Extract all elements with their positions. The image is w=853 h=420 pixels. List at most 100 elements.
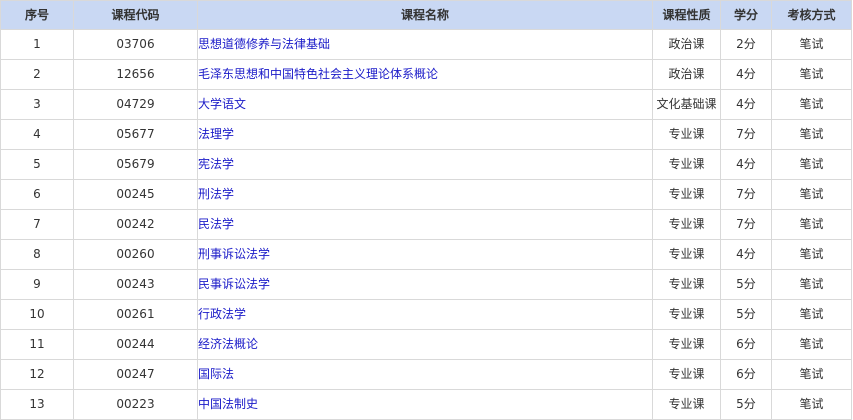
cell-seq: 9 (0, 269, 74, 300)
cell-type: 文化基础课 (652, 89, 721, 120)
course-name-link[interactable]: 思想道德修养与法律基础 (199, 37, 331, 51)
cell-name: 民事诉讼法学 (197, 269, 653, 300)
cell-code: 04729 (73, 89, 198, 120)
cell-type: 专业课 (652, 179, 721, 210)
cell-name: 国际法 (197, 359, 653, 390)
cell-exam: 笔试 (771, 299, 852, 330)
cell-type: 专业课 (652, 209, 721, 240)
table-row: 9 00243 民事诉讼法学 专业课 5分 笔试 (0, 269, 852, 300)
cell-exam: 笔试 (771, 179, 852, 210)
course-name-link[interactable]: 法理学 (199, 127, 235, 141)
course-name-link[interactable]: 民法学 (199, 217, 235, 231)
cell-code: 00243 (73, 269, 198, 300)
cell-type: 专业课 (652, 329, 721, 360)
cell-credit: 6分 (720, 329, 772, 360)
cell-credit: 5分 (720, 269, 772, 300)
course-name-link[interactable]: 民事诉讼法学 (199, 277, 271, 291)
cell-seq: 6 (0, 179, 74, 210)
cell-name: 刑事诉讼法学 (197, 239, 653, 270)
cell-exam: 笔试 (771, 209, 852, 240)
cell-credit: 5分 (720, 299, 772, 330)
table-row: 5 05679 宪法学 专业课 4分 笔试 (0, 149, 852, 180)
cell-code: 05679 (73, 149, 198, 180)
cell-credit: 7分 (720, 119, 772, 150)
table-row: 6 00245 刑法学 专业课 7分 笔试 (0, 179, 852, 210)
cell-type: 专业课 (652, 299, 721, 330)
course-name-link[interactable]: 刑法学 (199, 187, 235, 201)
course-name-link[interactable]: 经济法概论 (199, 337, 259, 351)
header-exam: 考核方式 (771, 0, 852, 30)
cell-type: 专业课 (652, 269, 721, 300)
cell-seq: 4 (0, 119, 74, 150)
cell-exam: 笔试 (771, 89, 852, 120)
cell-code: 00223 (73, 389, 198, 420)
table-row: 4 05677 法理学 专业课 7分 笔试 (0, 119, 852, 150)
cell-seq: 11 (0, 329, 74, 360)
cell-name: 思想道德修养与法律基础 (197, 29, 653, 60)
table-row: 11 00244 经济法概论 专业课 6分 笔试 (0, 329, 852, 360)
cell-code: 00245 (73, 179, 198, 210)
cell-credit: 7分 (720, 209, 772, 240)
table-row: 12 00247 国际法 专业课 6分 笔试 (0, 359, 852, 390)
header-type: 课程性质 (652, 0, 721, 30)
cell-name: 法理学 (197, 119, 653, 150)
cell-code: 05677 (73, 119, 198, 150)
cell-code: 00261 (73, 299, 198, 330)
cell-exam: 笔试 (771, 359, 852, 390)
cell-credit: 2分 (720, 29, 772, 60)
header-code: 课程代码 (73, 0, 198, 30)
cell-code: 00242 (73, 209, 198, 240)
cell-seq: 5 (0, 149, 74, 180)
cell-credit: 4分 (720, 149, 772, 180)
cell-exam: 笔试 (771, 119, 852, 150)
table-row: 3 04729 大学语文 文化基础课 4分 笔试 (0, 89, 852, 120)
cell-type: 政治课 (652, 59, 721, 90)
cell-exam: 笔试 (771, 239, 852, 270)
cell-seq: 8 (0, 239, 74, 270)
cell-credit: 6分 (720, 359, 772, 390)
table-row: 8 00260 刑事诉讼法学 专业课 4分 笔试 (0, 239, 852, 270)
cell-code: 00247 (73, 359, 198, 390)
cell-code: 12656 (73, 59, 198, 90)
table-row: 10 00261 行政法学 专业课 5分 笔试 (0, 299, 852, 330)
cell-type: 专业课 (652, 389, 721, 420)
table-row: 2 12656 毛泽东思想和中国特色社会主义理论体系概论 政治课 4分 笔试 (0, 59, 852, 90)
cell-seq: 1 (0, 29, 74, 60)
cell-exam: 笔试 (771, 149, 852, 180)
cell-exam: 笔试 (771, 269, 852, 300)
cell-type: 政治课 (652, 29, 721, 60)
cell-seq: 12 (0, 359, 74, 390)
table-row: 7 00242 民法学 专业课 7分 笔试 (0, 209, 852, 240)
header-name: 课程名称 (197, 0, 653, 30)
cell-seq: 2 (0, 59, 74, 90)
cell-type: 专业课 (652, 149, 721, 180)
header-seq: 序号 (0, 0, 74, 30)
cell-credit: 4分 (720, 59, 772, 90)
cell-type: 专业课 (652, 359, 721, 390)
cell-exam: 笔试 (771, 329, 852, 360)
cell-name: 民法学 (197, 209, 653, 240)
cell-name: 宪法学 (197, 149, 653, 180)
cell-credit: 7分 (720, 179, 772, 210)
cell-credit: 4分 (720, 89, 772, 120)
course-name-link[interactable]: 国际法 (199, 367, 235, 381)
cell-type: 专业课 (652, 239, 721, 270)
cell-code: 00244 (73, 329, 198, 360)
course-name-link[interactable]: 行政法学 (199, 307, 247, 321)
header-credit: 学分 (720, 0, 772, 30)
course-name-link[interactable]: 中国法制史 (199, 397, 259, 411)
cell-seq: 10 (0, 299, 74, 330)
cell-name: 刑法学 (197, 179, 653, 210)
cell-credit: 5分 (720, 389, 772, 420)
cell-seq: 3 (0, 89, 74, 120)
cell-seq: 7 (0, 209, 74, 240)
cell-code: 03706 (73, 29, 198, 60)
course-name-link[interactable]: 刑事诉讼法学 (199, 247, 271, 261)
course-name-link[interactable]: 毛泽东思想和中国特色社会主义理论体系概论 (199, 67, 439, 81)
table-header-row: 序号 课程代码 课程名称 课程性质 学分 考核方式 (0, 0, 852, 30)
cell-seq: 13 (0, 389, 74, 420)
cell-code: 00260 (73, 239, 198, 270)
course-name-link[interactable]: 大学语文 (199, 97, 247, 111)
cell-credit: 4分 (720, 239, 772, 270)
course-name-link[interactable]: 宪法学 (199, 157, 235, 171)
